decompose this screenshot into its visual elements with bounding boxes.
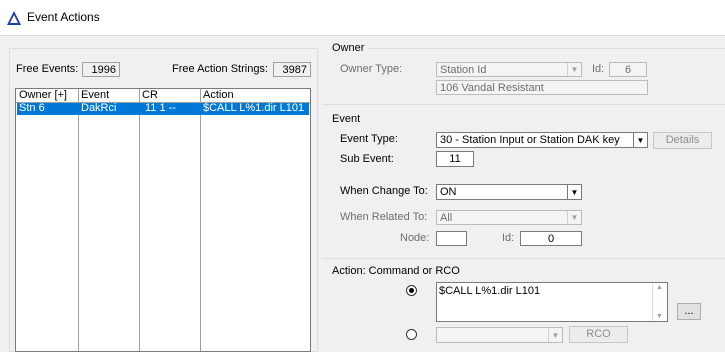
rco-radio[interactable]	[406, 329, 417, 340]
node-label: Node:	[400, 232, 430, 244]
free-actions-value: 3987	[273, 62, 311, 77]
owner-type-value: Station Id	[440, 64, 487, 76]
when-change-dropdown[interactable]: ON ▼	[436, 184, 582, 200]
free-events-label: Free Events:	[16, 63, 79, 75]
chevron-down-icon[interactable]: ▼	[548, 328, 562, 342]
browse-button[interactable]: ...	[677, 303, 701, 320]
chevron-down-icon[interactable]: ▼	[567, 63, 581, 76]
when-related-label: When Related To:	[340, 211, 428, 223]
command-text: $CALL L%1.dir L101	[439, 285, 541, 297]
chevron-down-icon[interactable]: ▼	[567, 185, 581, 199]
event-type-dropdown[interactable]: 30 - Station Input or Station DAK key ▼	[436, 132, 648, 148]
event-type-label: Event Type:	[340, 133, 398, 145]
column-header-action[interactable]: Action	[203, 89, 234, 102]
chevron-down-icon[interactable]: ▼	[633, 133, 647, 147]
column-divider[interactable]	[78, 89, 79, 351]
related-id-field[interactable]: 0	[520, 231, 582, 246]
title-bar: Event Actions	[0, 0, 725, 36]
owner-type-dropdown[interactable]: Station Id ▼	[436, 62, 582, 77]
column-header-owner[interactable]: Owner [+]	[19, 89, 67, 102]
event-group-label: Event	[332, 113, 361, 125]
node-field[interactable]	[436, 231, 467, 246]
owner-type-label: Owner Type:	[340, 63, 403, 75]
app-triangle-icon	[7, 11, 21, 25]
owner-group-line	[368, 48, 725, 49]
sub-event-field[interactable]: 11	[436, 151, 474, 167]
command-textarea[interactable]: $CALL L%1.dir L101 ▲ ▼	[436, 282, 668, 322]
when-change-label: When Change To:	[340, 185, 428, 197]
owner-id-field[interactable]: 6	[609, 62, 647, 77]
column-header-cr[interactable]: CR	[142, 89, 158, 102]
row-action-cell[interactable]: $CALL L%1.dir L101	[203, 102, 304, 115]
rco-button[interactable]: RCO	[569, 326, 628, 343]
row-cr-cell[interactable]: 11 1 --	[145, 102, 176, 115]
action-group-label: Action: Command or RCO	[332, 265, 460, 277]
column-divider[interactable]	[200, 89, 201, 351]
when-related-value: All	[440, 212, 453, 224]
row-event-cell[interactable]: DakRci	[81, 102, 116, 115]
command-radio[interactable]	[406, 285, 417, 296]
related-id-label: Id:	[502, 232, 515, 244]
scroll-up-icon[interactable]: ▲	[656, 284, 663, 291]
scroll-down-icon[interactable]: ▼	[656, 313, 663, 320]
event-type-value: 30 - Station Input or Station DAK key	[440, 134, 620, 146]
free-actions-label: Free Action Strings:	[172, 63, 268, 75]
section-divider	[322, 258, 725, 259]
details-button[interactable]: Details	[653, 132, 712, 149]
column-header-event[interactable]: Event	[81, 89, 109, 102]
textarea-scrollbar[interactable]: ▲ ▼	[652, 283, 667, 321]
owner-group-label: Owner	[332, 42, 365, 54]
owner-id-label: Id:	[592, 63, 605, 75]
rco-dropdown[interactable]: ▼	[436, 327, 563, 343]
window-title: Event Actions	[27, 10, 100, 24]
section-divider	[322, 104, 725, 105]
when-related-dropdown[interactable]: All ▼	[436, 210, 582, 225]
sub-event-label: Sub Event:	[340, 153, 394, 165]
row-owner-cell[interactable]: Stn 6	[19, 102, 45, 115]
event-action-list[interactable]: Owner [+] Event CR Action Stn 6 DakRci 1…	[15, 88, 311, 352]
when-change-value: ON	[440, 186, 457, 198]
owner-description-field[interactable]: 106 Vandal Resistant	[436, 80, 648, 95]
radio-selected-dot	[409, 288, 414, 293]
chevron-down-icon[interactable]: ▼	[567, 211, 581, 224]
column-divider[interactable]	[139, 89, 140, 351]
free-events-value: 1996	[82, 62, 120, 77]
